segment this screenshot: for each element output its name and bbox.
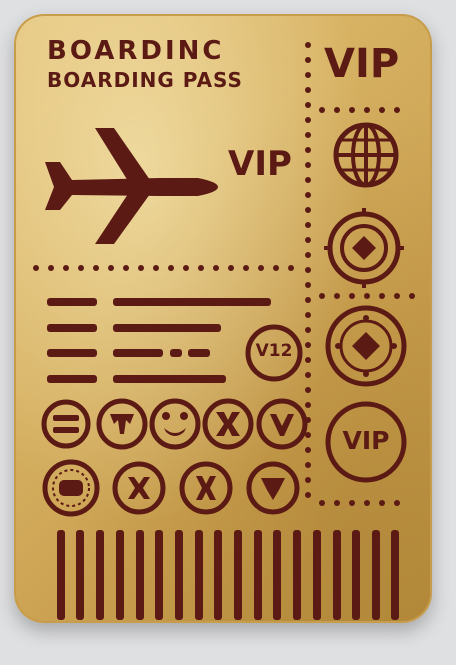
amenity-icon xyxy=(256,398,308,450)
vip-stamp-label: VIP xyxy=(342,426,390,455)
amenity-icon xyxy=(149,398,201,450)
seat-badge: V12 xyxy=(255,341,293,361)
amenity-icon xyxy=(96,398,148,450)
amenity-icon xyxy=(246,461,300,515)
diamond-icon xyxy=(324,208,404,288)
amenity-icon xyxy=(202,398,254,450)
amenity-icon xyxy=(179,461,233,515)
class-label: VIP xyxy=(228,144,292,184)
barcode xyxy=(57,530,399,620)
amenity-icon xyxy=(41,399,91,449)
card-artwork xyxy=(33,42,415,620)
globe-icon xyxy=(333,122,399,188)
info-lines xyxy=(47,298,271,383)
amenity-icons-row-2 xyxy=(42,459,300,517)
amenity-icons-row-1 xyxy=(41,398,308,450)
horizontal-perforation xyxy=(33,265,294,271)
airplane-icon xyxy=(45,128,218,244)
amenity-icon xyxy=(42,459,100,517)
amenity-icon xyxy=(112,461,166,515)
compass-icon xyxy=(325,305,407,387)
pass-subtitle: BOARDING PASS xyxy=(47,68,243,92)
class-badge: VIP xyxy=(324,41,400,87)
pass-title: BOARDINC xyxy=(47,36,225,66)
